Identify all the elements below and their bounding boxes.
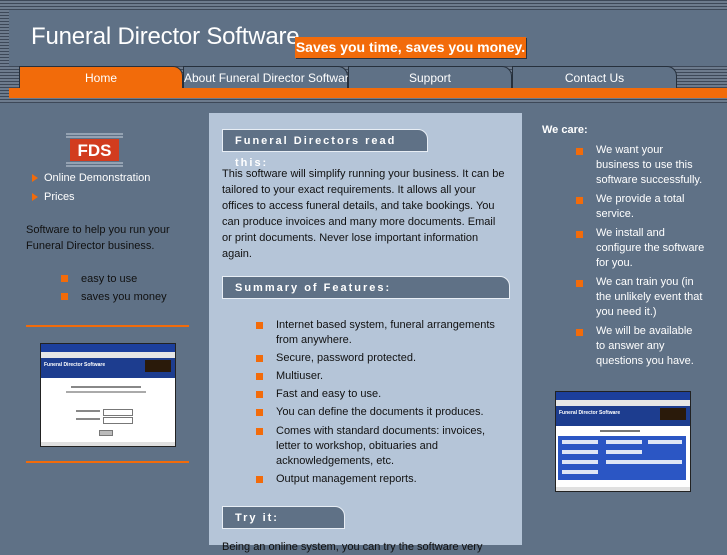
bullet-icon: [256, 428, 263, 435]
care-item: service.: [596, 208, 634, 220]
bullet-icon: [576, 231, 583, 238]
tab-contact[interactable]: Contact Us: [512, 66, 677, 89]
feature-item: Output management reports.: [276, 473, 417, 485]
feature-item: Internet based system, funeral arrangeme…: [276, 319, 495, 331]
care-item: to answer any: [596, 340, 665, 352]
tab-support[interactable]: Support: [348, 66, 512, 89]
try-it-text: Being an online system, you can try the …: [222, 541, 483, 553]
intro-line: tailored to your exact requirements. It …: [222, 184, 476, 196]
intro-line: offices to access funeral details, and t…: [222, 200, 495, 212]
feature-item: letter to workshop, obituaries and: [276, 440, 439, 452]
main-content: Funeral Directors read this: This softwa…: [209, 113, 522, 553]
intro-line: or print documents. Never lose important…: [222, 232, 479, 244]
feature-item: You can define the documents it produces…: [276, 406, 484, 418]
logo-text: FDS: [78, 141, 112, 160]
section-heading-try-it: Try it:: [222, 506, 345, 529]
software-screenshot-thumbnail[interactable]: Funeral Director Software: [555, 391, 691, 492]
intro-line: again.: [222, 248, 252, 260]
intro-line: can produce invoices and many more docum…: [222, 216, 496, 228]
care-item: We provide a total: [596, 193, 685, 205]
feature-item: acknowledgements, etc.: [276, 455, 395, 467]
bullet-icon: [256, 476, 263, 483]
care-item: questions you have.: [596, 355, 694, 367]
feature-item: Comes with standard documents: invoices,: [276, 425, 486, 437]
divider: [26, 325, 189, 327]
section-heading-read-this: Funeral Directors read this:: [222, 129, 428, 169]
header: Funeral Director Software Saves you time…: [0, 0, 727, 103]
care-item: software successfully.: [596, 174, 703, 186]
we-care-heading: We care:: [542, 124, 588, 136]
left-bullet-2: saves you money: [81, 291, 167, 303]
care-item: business to use this: [596, 159, 693, 171]
left-bullet-1: easy to use: [81, 273, 138, 285]
bullet-icon: [576, 197, 583, 204]
bullet-icon: [256, 355, 263, 362]
feature-item: Multiuser.: [276, 370, 324, 382]
tab-about[interactable]: About Funeral Director Software: [183, 66, 355, 89]
intro-line: This software will simplify running your…: [222, 168, 505, 180]
fds-logo: FDS: [66, 132, 123, 168]
left-intro-text: Software to help you run your Funeral Di…: [26, 224, 170, 252]
care-item: configure the software: [596, 242, 705, 254]
tab-home[interactable]: Home: [19, 66, 183, 89]
care-item: We can train you (in: [596, 276, 694, 288]
link-prices[interactable]: Prices: [32, 191, 75, 203]
bullet-icon: [256, 391, 263, 398]
software-screenshot-thumbnail[interactable]: Funeral Director Software: [40, 343, 176, 447]
arrow-right-icon: [32, 174, 38, 183]
bullet-icon: [256, 322, 263, 329]
site-title: Funeral Director Software: [31, 23, 300, 50]
care-item: We install and: [596, 227, 665, 239]
care-item: We want your: [596, 144, 664, 156]
bullet-icon: [576, 148, 583, 155]
bullet-icon: [576, 280, 583, 287]
link-online-demonstration[interactable]: Online Demonstration: [32, 172, 150, 184]
bullet-icon: [576, 329, 583, 336]
care-item: for you.: [596, 257, 633, 269]
arrow-right-icon: [32, 193, 38, 202]
care-item: the unlikely event that: [596, 291, 703, 303]
bullet-icon: [256, 409, 263, 416]
nav-underline-bar: [9, 88, 727, 98]
bullet-icon: [61, 275, 68, 282]
left-sidebar: FDS Online Demonstration Prices Software…: [13, 113, 200, 545]
care-item: you need it.): [596, 306, 657, 318]
main-nav: Home About Funeral Director Software Sup…: [9, 66, 727, 103]
feature-item: Fast and easy to use.: [276, 388, 382, 400]
feature-item: Secure, password protected.: [276, 352, 417, 364]
section-heading-summary-of-features: Summary of Features:: [222, 276, 510, 299]
bullet-icon: [61, 293, 68, 300]
feature-item: from anywhere.: [276, 334, 352, 346]
brand-bar: Funeral Director Software Saves you time…: [9, 10, 727, 66]
tagline-badge: Saves you time, saves you money.: [295, 37, 526, 58]
care-item: We will be available: [596, 325, 693, 337]
bullet-icon: [256, 373, 263, 380]
divider: [26, 461, 189, 463]
right-sidebar: We care: We want your business to use th…: [532, 113, 714, 545]
